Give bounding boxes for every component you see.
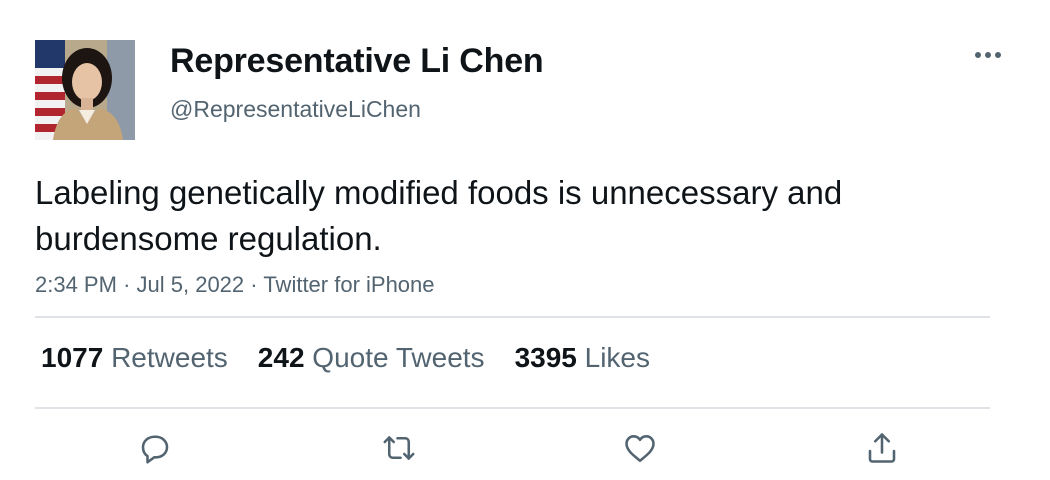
avatar[interactable] xyxy=(35,40,135,140)
retweet-button[interactable] xyxy=(379,430,419,470)
meta-separator: · xyxy=(250,272,258,297)
tweet-text: Labeling genetically modified foods is u… xyxy=(35,174,843,257)
author-handle[interactable]: @RepresentativeLiChen xyxy=(170,96,421,123)
retweets-label: Retweets xyxy=(111,342,228,373)
share-button[interactable] xyxy=(862,430,902,470)
divider xyxy=(35,316,990,318)
heart-icon xyxy=(622,430,658,471)
retweets-stat[interactable]: 1077 Retweets xyxy=(41,342,228,374)
more-horizontal-icon xyxy=(973,46,1003,64)
share-icon xyxy=(864,430,900,471)
tweet-date[interactable]: Jul 5, 2022 xyxy=(137,272,245,297)
tweet-source[interactable]: Twitter for iPhone xyxy=(263,272,434,297)
retweet-icon xyxy=(381,430,417,471)
tweet-stats: 1077 Retweets 242 Quote Tweets 3395 Like… xyxy=(41,342,680,374)
reply-icon xyxy=(137,430,173,471)
quote-tweets-count: 242 xyxy=(257,342,305,373)
likes-stat[interactable]: 3395 Likes xyxy=(515,342,650,374)
quote-tweets-label: Quote Tweets xyxy=(312,342,485,373)
reply-button[interactable] xyxy=(135,430,175,470)
tweet-time[interactable]: 2:34 PM xyxy=(35,272,117,297)
likes-label: Likes xyxy=(584,342,651,373)
like-button[interactable] xyxy=(620,430,660,470)
divider xyxy=(35,407,990,409)
quote-tweets-stat[interactable]: 242 Quote Tweets xyxy=(258,342,485,374)
tweet-meta: 2:34 PM · Jul 5, 2022 · Twitter for iPho… xyxy=(35,272,435,298)
likes-count: 3395 xyxy=(514,342,577,373)
retweets-count: 1077 xyxy=(41,342,104,373)
more-options-button[interactable] xyxy=(968,40,1008,70)
tweet-card: Representative Li Chen @RepresentativeLi… xyxy=(0,0,1050,480)
author-display-name[interactable]: Representative Li Chen xyxy=(170,42,544,81)
